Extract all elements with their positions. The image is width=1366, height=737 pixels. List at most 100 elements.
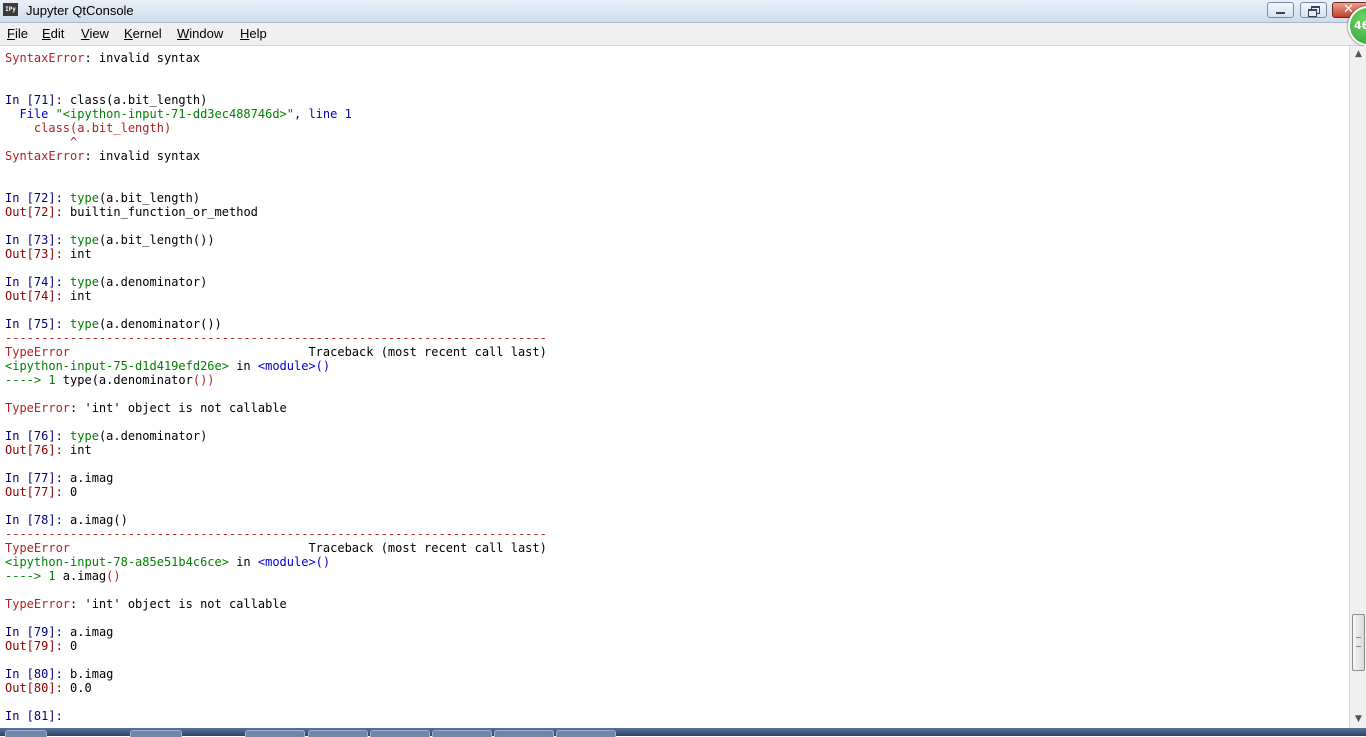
console-text: In [ bbox=[5, 317, 34, 331]
console-text: 72 bbox=[33, 191, 49, 205]
console-text: TypeError bbox=[5, 597, 71, 611]
console-text: In [ bbox=[5, 667, 34, 681]
console-text: type bbox=[70, 191, 99, 205]
console-text: ]: bbox=[48, 247, 71, 261]
console-text: () bbox=[315, 359, 331, 373]
console-line: In [74]: type(a.denominator) bbox=[5, 275, 547, 289]
console-text: a.imag bbox=[70, 471, 114, 485]
console-text: ()) bbox=[192, 373, 215, 387]
console-text: ]: bbox=[48, 93, 71, 107]
scroll-down-arrow-icon[interactable]: ▼ bbox=[1350, 711, 1366, 728]
console-text: In [ bbox=[5, 233, 34, 247]
menu-edit[interactable]: Edit bbox=[42, 26, 64, 41]
console-line: <ipython-input-78-a85e51b4c6ce> in <modu… bbox=[5, 555, 547, 569]
console-text: <ipython-input-78-a85e51b4c6ce> bbox=[5, 555, 229, 569]
console-text: : invalid syntax bbox=[84, 149, 201, 163]
console-line: Out[77]: 0 bbox=[5, 485, 547, 499]
console-text: type bbox=[70, 317, 99, 331]
console-line: In [75]: type(a.denominator()) bbox=[5, 317, 547, 331]
console-text: 74 bbox=[33, 275, 49, 289]
console-text: TypeError bbox=[5, 541, 71, 555]
console-line: In [71]: class(a.bit_length) bbox=[5, 93, 547, 107]
maximize-button[interactable] bbox=[1300, 2, 1327, 18]
console-line: In [76]: type(a.denominator) bbox=[5, 429, 547, 443]
console-line: Out[74]: int bbox=[5, 289, 547, 303]
console-text: TypeError bbox=[5, 401, 71, 415]
title-bar: IPy Jupyter QtConsole ✕ bbox=[0, 0, 1366, 23]
menu-kernel[interactable]: Kernel bbox=[124, 26, 162, 41]
console-text: (a.bit_length()) bbox=[98, 233, 215, 247]
console-text: in bbox=[228, 359, 258, 373]
menu-view[interactable]: View bbox=[81, 26, 109, 41]
console-text: 77 bbox=[33, 485, 49, 499]
console-text: a.imag bbox=[62, 569, 107, 583]
console-text: 80 bbox=[33, 681, 49, 695]
console-text: File bbox=[5, 107, 56, 121]
console-text: type bbox=[70, 275, 99, 289]
console-text: 0 bbox=[70, 485, 78, 499]
console-line: Out[80]: 0.0 bbox=[5, 681, 547, 695]
console-text: : 'int' object is not callable bbox=[70, 401, 287, 415]
console-text: ]: bbox=[48, 429, 71, 443]
console-text: int bbox=[70, 289, 92, 303]
console-text: 73 bbox=[33, 233, 49, 247]
scrollbar-thumb[interactable] bbox=[1352, 614, 1365, 672]
console-line: In [78]: a.imag() bbox=[5, 513, 547, 527]
console-text: ]: bbox=[48, 317, 71, 331]
console-text: Out[ bbox=[5, 485, 34, 499]
console-text: ]: bbox=[48, 513, 71, 527]
console-text: class(a.bit_length) bbox=[5, 121, 172, 135]
console-text: Traceback (most recent call last) bbox=[70, 345, 547, 359]
console-text: TypeError bbox=[5, 345, 71, 359]
console-line: In [80]: b.imag bbox=[5, 667, 547, 681]
console-text: In [ bbox=[5, 471, 34, 485]
console-text: 1 bbox=[344, 107, 352, 121]
scroll-up-arrow-icon[interactable]: ▲ bbox=[1350, 46, 1366, 63]
console-line: In [77]: a.imag bbox=[5, 471, 547, 485]
console-text: ]: bbox=[48, 639, 71, 653]
console-text: 77 bbox=[33, 471, 49, 485]
console-line: ----> 1 a.imag() bbox=[5, 569, 547, 583]
console-text: 72 bbox=[33, 205, 49, 219]
console-text: Out[ bbox=[5, 247, 34, 261]
console-text: type bbox=[70, 429, 99, 443]
console-text: a.imag() bbox=[70, 513, 128, 527]
menu-file[interactable]: File bbox=[7, 26, 28, 41]
console-line: In [79]: a.imag bbox=[5, 625, 547, 639]
console-output[interactable]: ^SyntaxError: invalid syntax In [71]: cla… bbox=[0, 46, 1349, 728]
jupyter-app-icon: IPy bbox=[3, 3, 18, 16]
console-line: In [72]: type(a.bit_length) bbox=[5, 191, 547, 205]
console-line: File "<ipython-input-71-dd3ec488746d>", … bbox=[5, 107, 547, 121]
console-text: <module> bbox=[257, 555, 316, 569]
vertical-scrollbar[interactable]: ▲ ▼ bbox=[1349, 46, 1366, 728]
console-text: 76 bbox=[33, 429, 49, 443]
console-line: <ipython-input-75-d1d419efd26e> in <modu… bbox=[5, 359, 547, 373]
console-text: ----------------------------------------… bbox=[5, 331, 547, 345]
console-line: Out[79]: 0 bbox=[5, 639, 547, 653]
console-line: In [81]: bbox=[5, 709, 547, 723]
console-text: 75 bbox=[33, 317, 49, 331]
console-line: TypeError Traceback (most recent call la… bbox=[5, 541, 547, 555]
console-line: ^ bbox=[5, 135, 547, 149]
console-line: ----------------------------------------… bbox=[5, 527, 547, 541]
menu-window[interactable]: Window bbox=[177, 26, 223, 41]
console-text: <module> bbox=[257, 359, 316, 373]
console-text: , line bbox=[294, 107, 345, 121]
menu-help[interactable]: Help bbox=[240, 26, 267, 41]
console-text: In [ bbox=[5, 709, 34, 723]
console-text: Out[ bbox=[5, 443, 34, 457]
console-text: : 'int' object is not callable bbox=[70, 597, 287, 611]
console-lines: ^SyntaxError: invalid syntax In [71]: cla… bbox=[5, 46, 547, 723]
console-line: SyntaxError: invalid syntax bbox=[5, 149, 547, 163]
console-text: type(a.denominator bbox=[62, 373, 193, 387]
console-text: Traceback (most recent call last) bbox=[70, 541, 547, 555]
console-text: int bbox=[70, 247, 92, 261]
minimize-button[interactable] bbox=[1267, 2, 1294, 18]
console-text: a.imag bbox=[70, 625, 114, 639]
